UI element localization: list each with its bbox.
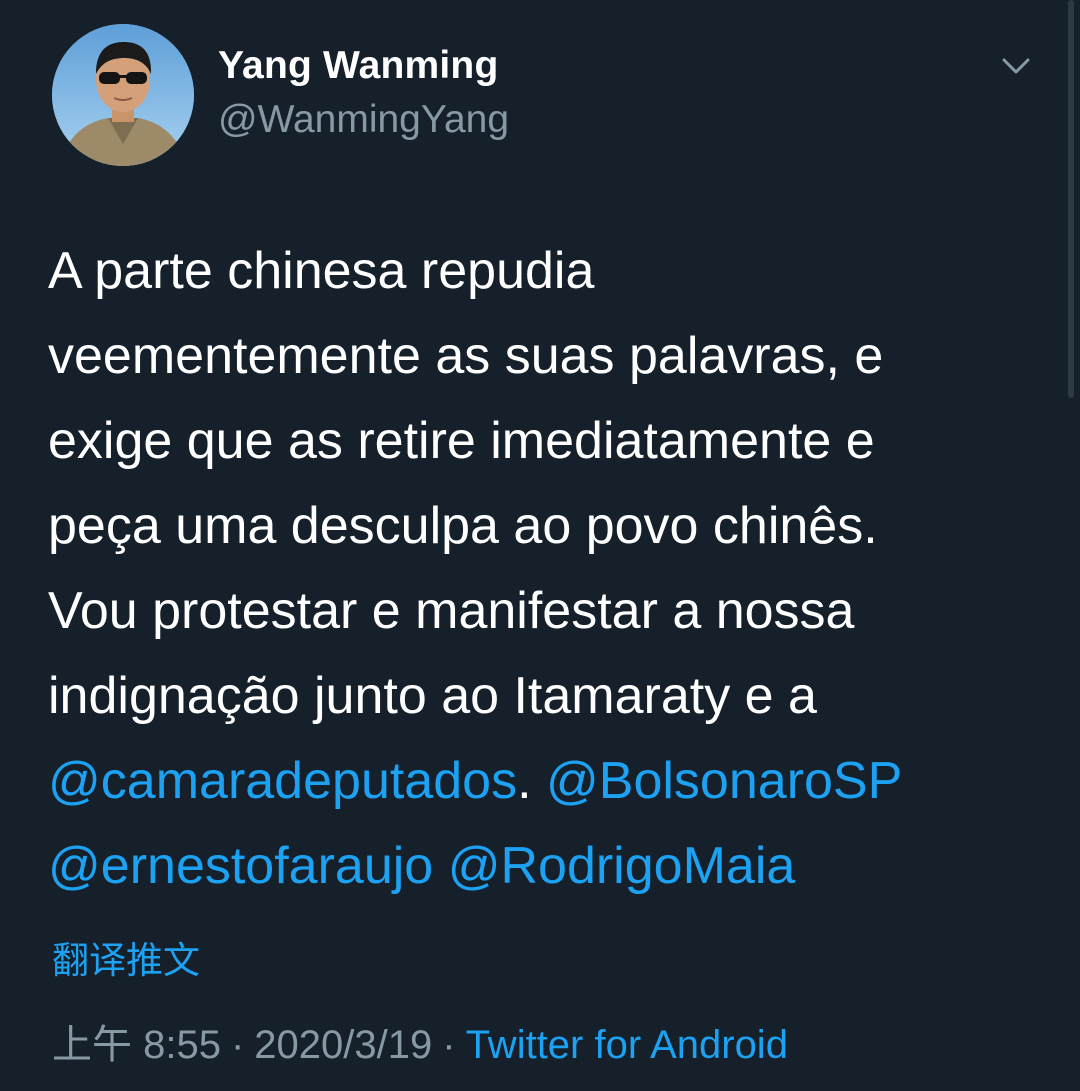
tweet-text-line: @camaradeputados. @BolsonaroSP — [48, 739, 1058, 824]
tweet-text-segment: . — [517, 752, 546, 810]
tweet-text-line: @ernestofaraujo @RodrigoMaia — [48, 824, 1058, 909]
author-avatar[interactable] — [52, 24, 194, 166]
tweet-text-line: A parte chinesa repudia — [48, 229, 1058, 314]
tweet-text-segment: exige que as retire imediatamente e — [48, 412, 875, 470]
author-handle[interactable]: @WanmingYang — [218, 98, 509, 142]
tweet-text-segment: Vou protestar e manifestar a nossa — [48, 582, 855, 640]
tweet-text-line: peça uma desculpa ao povo chinês. — [48, 484, 1058, 569]
tweet-text-segment: indignação junto ao Itamaraty e a — [48, 667, 817, 725]
author-name[interactable]: Yang Wanming — [218, 44, 498, 88]
mention-link[interactable]: @RodrigoMaia — [448, 837, 796, 895]
avatar-photo-icon — [52, 24, 194, 166]
tweet-text-segment: A parte chinesa repudia — [48, 242, 595, 300]
tweet-text-line: exige que as retire imediatamente e — [48, 399, 1058, 484]
tweet-text-segment: peça uma desculpa ao povo chinês. — [48, 497, 878, 555]
scrollbar[interactable] — [1068, 0, 1074, 398]
tweet-text-line: veementemente as suas palavras, e — [48, 314, 1058, 399]
tweet-date: 2020/3/19 — [254, 1023, 433, 1067]
mention-link[interactable]: @ernestofaraujo — [48, 837, 433, 895]
mention-link[interactable]: @BolsonaroSP — [546, 752, 902, 810]
tweet-text-line: indignação junto ao Itamaraty e a — [48, 654, 1058, 739]
meta-separator: · — [230, 1023, 245, 1067]
tweet-text: A parte chinesa repudia veementemente as … — [48, 229, 1058, 909]
tweet-text-segment: veementemente as suas palavras, e — [48, 327, 884, 385]
tweet-meta: 上午 8:55 · 2020/3/19 · Twitter for Android — [52, 1012, 788, 1070]
tweet-detail: Yang Wanming @WanmingYang A parte chines… — [0, 0, 1080, 1091]
tweet-time: 上午 8:55 — [52, 1023, 221, 1067]
translate-tweet-link[interactable]: 翻译推文 — [52, 930, 200, 984]
tweet-text-segment — [433, 837, 447, 895]
mention-link[interactable]: @camaradeputados — [48, 752, 517, 810]
chevron-down-icon — [1002, 58, 1030, 74]
tweet-menu-button[interactable] — [996, 50, 1036, 86]
tweet-source-link[interactable]: Twitter for Android — [466, 1023, 788, 1067]
meta-separator: · — [442, 1023, 456, 1067]
tweet-text-line: Vou protestar e manifestar a nossa — [48, 569, 1058, 654]
